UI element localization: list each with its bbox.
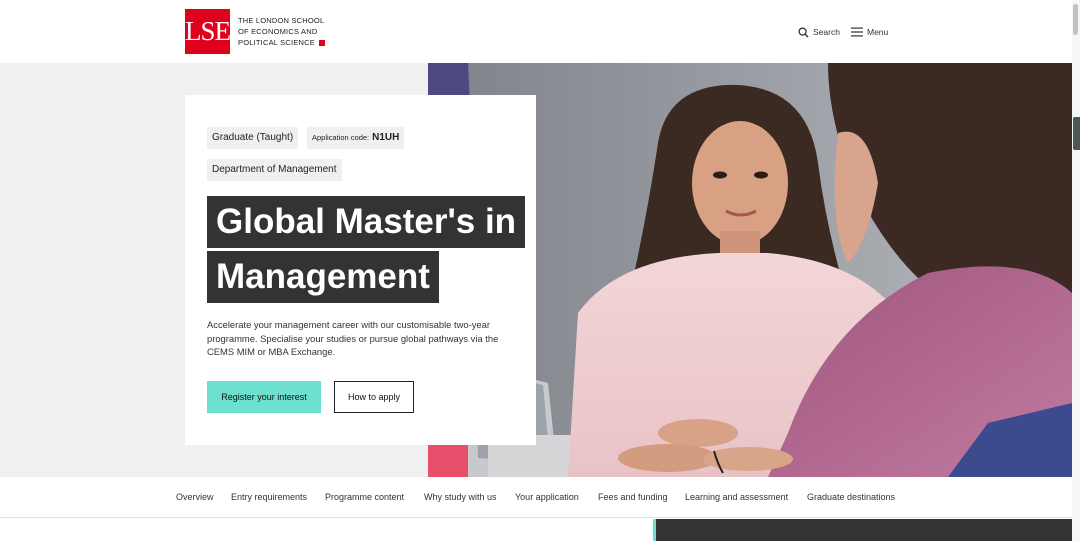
department-tag[interactable]: Department of Management [207,159,342,181]
hamburger-menu-icon [851,27,863,37]
section-nav-learning-assessment[interactable]: Learning and assessment [685,492,788,502]
logo-line-3-text: POLITICAL SCIENCE [238,38,315,47]
section-navigation: Overview Entry requirements Programme co… [0,477,1072,518]
section-nav-programme-content[interactable]: Programme content [325,492,404,502]
logo-line-2: OF ECONOMICS AND [238,27,318,36]
search-icon [798,26,809,38]
menu-label: Menu [867,27,889,37]
lse-logo-wordmark[interactable]: THE LONDON SCHOOL OF ECONOMICS AND POLIT… [238,15,325,48]
logo-line-1: THE LONDON SCHOOL [238,16,325,25]
page-title-line-2: Management [207,251,439,303]
page-scrollbar[interactable] [1072,0,1080,541]
programme-info-card: Graduate (Taught) Application code: N1UH … [185,95,536,445]
section-nav-your-application[interactable]: Your application [515,492,579,502]
search-button[interactable]: Search [798,24,840,40]
section-nav-graduate-destinations[interactable]: Graduate destinations [807,492,895,502]
sidebar-dark-panel [656,519,1072,541]
menu-button[interactable]: Menu [851,24,888,40]
section-nav-overview[interactable]: Overview [176,492,214,502]
application-code-value: N1UH [372,132,400,143]
scrollbar-thumb[interactable] [1073,4,1078,35]
logo-line-3: POLITICAL SCIENCE [238,37,325,48]
application-code-tag: Application code: N1UH [307,127,405,149]
page-title-line-1: Global Master's in [207,196,526,248]
site-header: LSE THE LONDON SCHOOL OF ECONOMICS AND P… [0,0,1072,63]
how-to-apply-button[interactable]: How to apply [334,381,414,413]
register-interest-button[interactable]: Register your interest [207,381,321,413]
programme-description: Accelerate your management career with o… [207,319,499,357]
search-label: Search [813,27,840,37]
section-nav-entry-requirements[interactable]: Entry requirements [231,492,307,502]
section-nav-why-study[interactable]: Why study with us [424,492,497,502]
section-nav-fees-funding[interactable]: Fees and funding [598,492,668,502]
programme-level-tag: Graduate (Taught) [207,127,299,149]
side-feedback-tab[interactable] [1073,117,1080,150]
lse-logo[interactable]: LSE [185,9,231,54]
application-code-label: Application code: [312,133,370,142]
hero-section: Graduate (Taught) Application code: N1UH … [0,63,1072,477]
logo-red-square-icon [318,40,325,47]
